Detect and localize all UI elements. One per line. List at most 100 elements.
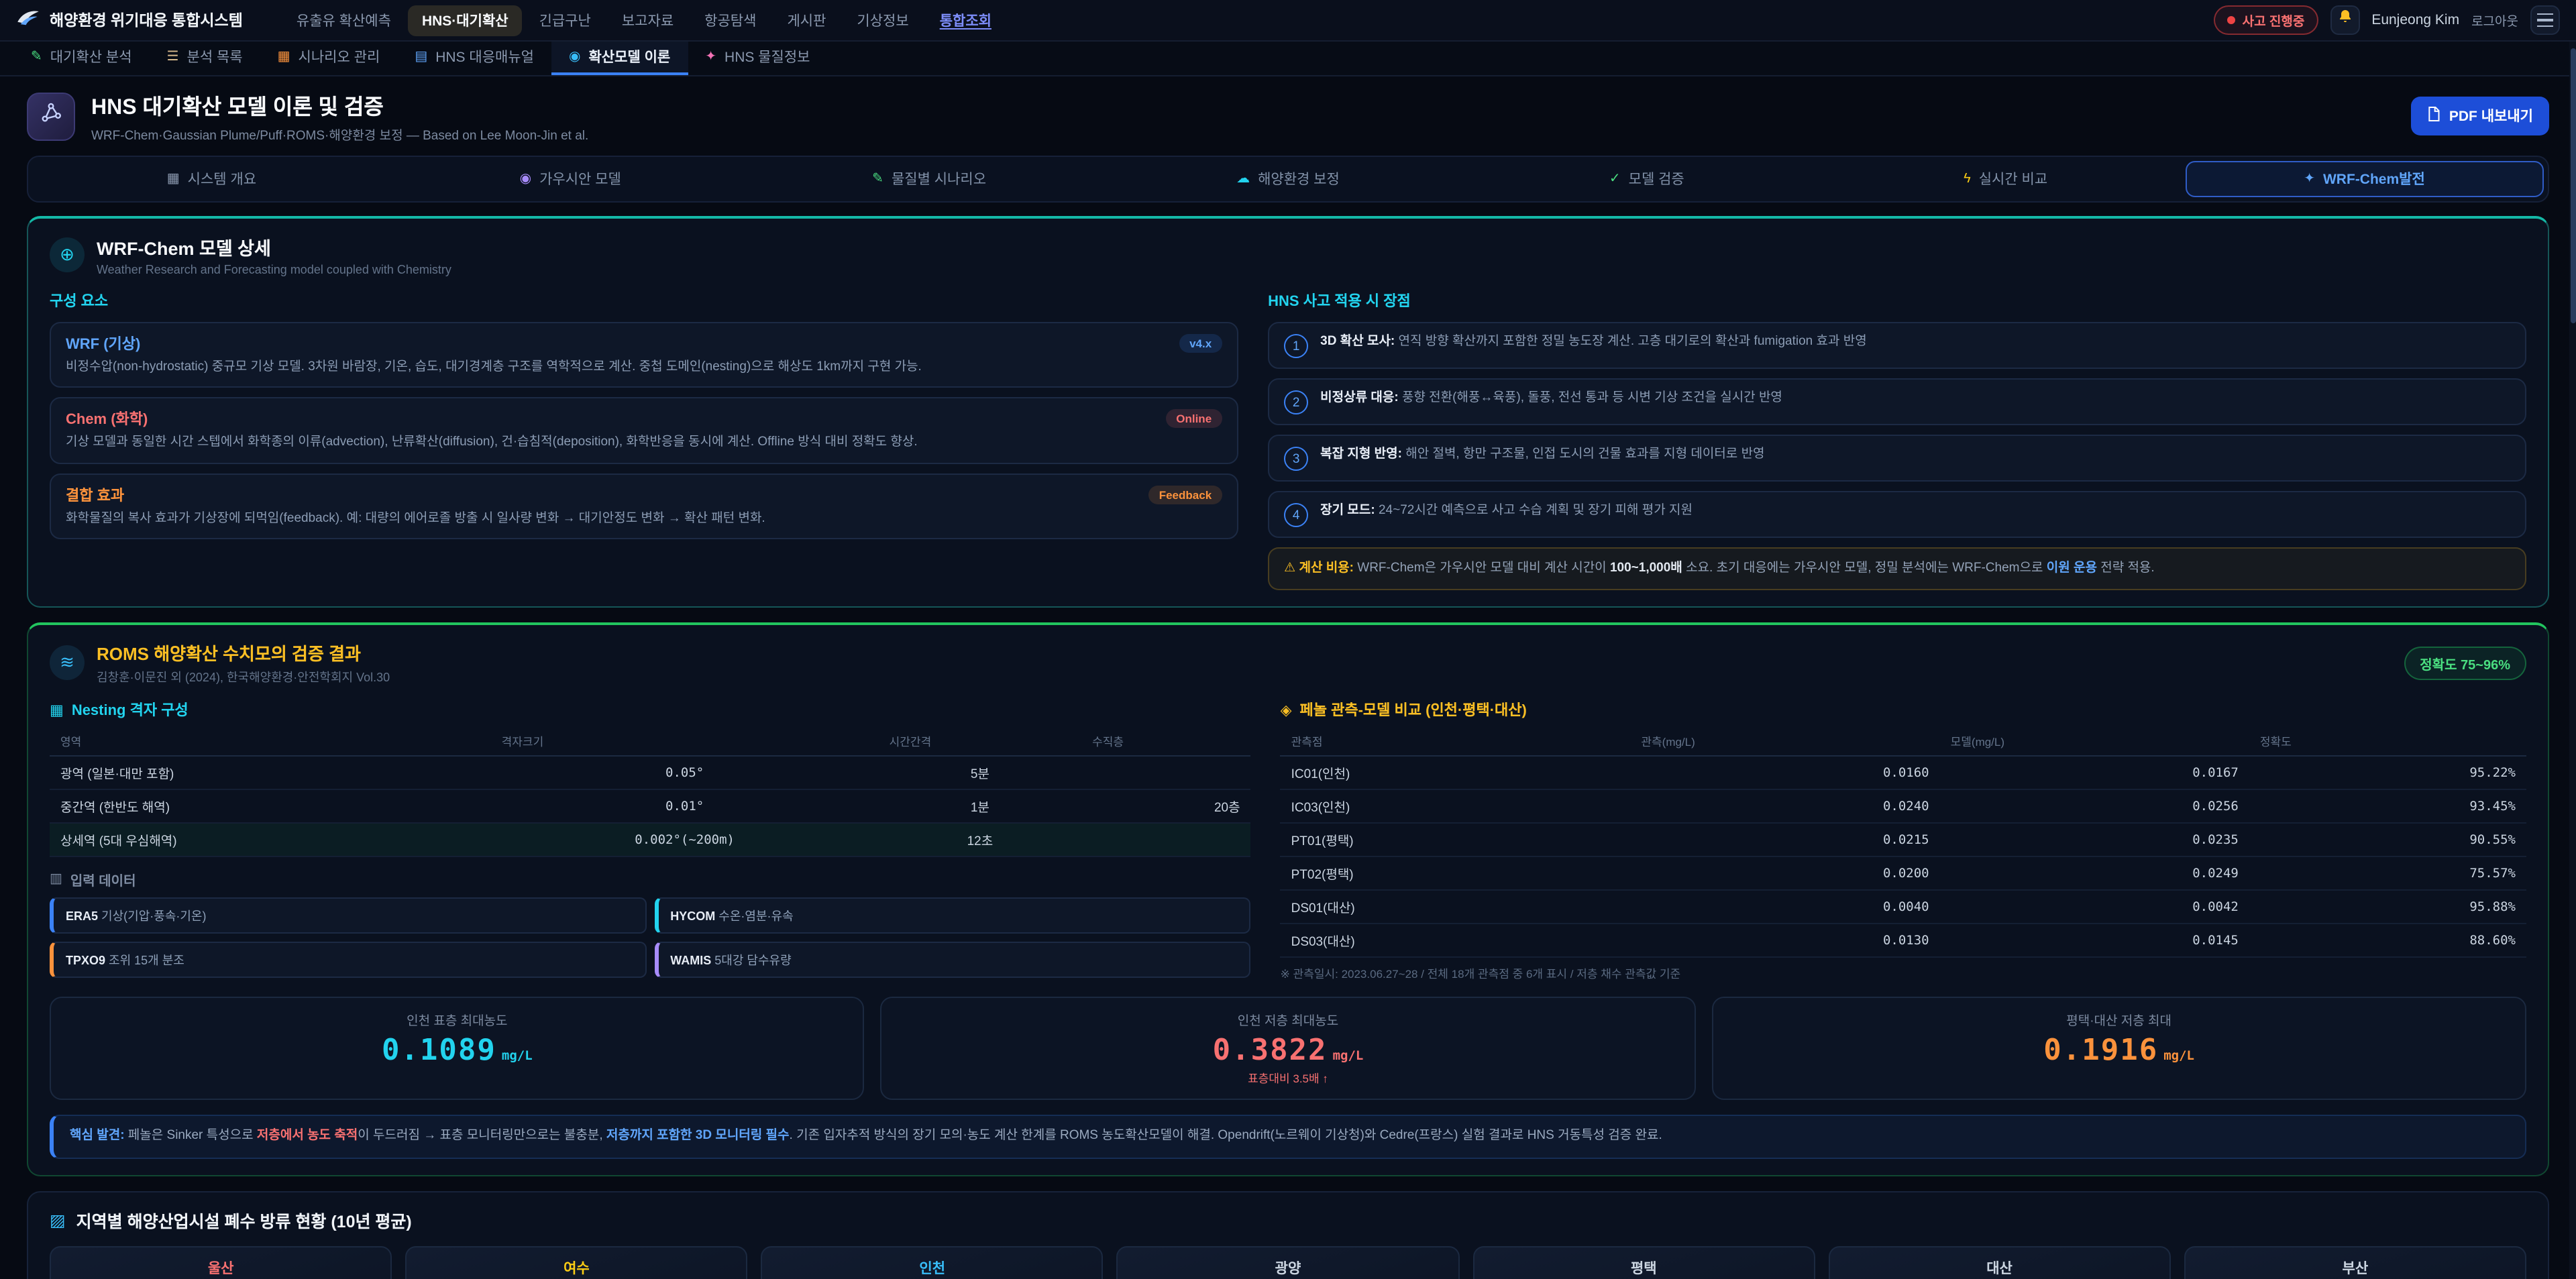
component-badge: Feedback [1148,485,1222,504]
accuracy-badge: 정확도 75~96% [2404,647,2526,680]
section-tab[interactable]: ▦ 시스템 개요 [32,161,391,197]
top-nav-item[interactable]: 보고자료 [608,5,687,36]
discharge-city-card: 광양 86,395 m³/일 98t/년 [1117,1246,1459,1279]
phenol-row: DS01(대산) 0.0040 0.0042 95.88% [1281,891,2526,924]
app-root: 해양환경 위기대응 통합시스템 유출유 확산예측 HNS·대기확산 긴급구난 보… [0,0,2576,1279]
advantage-item: 4 장기 모드: 24~72시간 예측으로 사고 수습 계획 및 장기 피해 평… [1268,491,2526,538]
app-title: 해양환경 위기대응 통합시스템 [50,9,243,31]
top-nav-item[interactable]: 기상정보 [843,5,922,36]
top-navbar: 해양환경 위기대응 통합시스템 유출유 확산예측 HNS·대기확산 긴급구난 보… [0,0,2576,42]
section-tab-bar: ▦ 시스템 개요 ◉ 가우시안 모델 ✎ 물질별 시나리오 ☁ 해양환경 보정 … [27,156,2549,203]
wrf-card-title: WRF-Chem 모델 상세 [97,233,451,260]
hamburger-icon [2537,13,2553,27]
page-subtitle: WRF-Chem·Gaussian Plume/Puff·ROMS·해양환경 보… [91,125,588,144]
phenol-comparison-table: 관측점 관측(mg/L) 모델(mg/L) 정확도 IC01(인천) 0.016… [1281,729,2526,958]
bell-icon [2337,8,2353,32]
component-description: 기상 모델과 동일한 시간 스텝에서 화학종의 이류(advection), 난… [66,434,1222,453]
phenol-table-note: ※ 관측일시: 2023.06.27~28 / 전체 18개 관측점 중 6개 … [1281,966,2526,983]
discharge-city-card: 대산 65,101 m³/일 346t/년 [1828,1246,2170,1279]
factory-icon: ▨ [50,1210,66,1230]
document-icon [2428,106,2441,126]
pdf-export-button[interactable]: PDF 내보내기 [2412,97,2549,135]
section-tab[interactable]: ✎ 물질별 시나리오 [750,161,1109,197]
nesting-table: 영역 격자크기 시간간격 수직층 광역 (일본·대만 포함) 0.05° 5분 [50,729,1251,858]
roms-validation-card: ≋ ROMS 해양확산 수치모의 검증 결과 김창훈·이문진 외 (2024),… [27,623,2549,1176]
component-description: 비정수압(non-hydrostatic) 중규모 기상 모델. 3차원 바람장… [66,358,1222,378]
section-tab[interactable]: ☁ 해양환경 보정 [1109,161,1468,197]
concentration-stat-card: 인천 저층 최대농도 0.3822mg/L 표층대비 3.5배 ↑ [881,997,1696,1101]
menu-button[interactable] [2530,5,2560,35]
user-name: Eunjeong Kim [2371,12,2459,28]
discharge-city-card: 여수 124,890 m³/일 382t/년 [405,1246,747,1279]
top-nav-item[interactable]: 통합조회 [926,5,1005,36]
wrf-advantages-column: HNS 사고 적용 시 장점 1 3D 확산 모사: 연직 방향 확산까지 포함… [1268,290,2526,591]
app-logo[interactable]: 해양환경 위기대응 통합시스템 [16,7,243,33]
component-name: WRF (기상) [66,333,140,354]
subnav-tab[interactable]: ▦ 시나리오 관리 [260,42,398,75]
section-tab[interactable]: ◉ 가우시안 모델 [391,161,750,197]
top-nav-item[interactable]: 항공탐색 [691,5,769,36]
section-tab-icon: ☁ [1236,172,1250,186]
key-finding-note: 핵심 발견: 페놀은 Sinker 특성으로 저층에서 농도 축적이 두드러짐 … [50,1115,2526,1159]
model-component-card: 결합 효과 Feedback 화학물질의 복사 효과가 기상장에 되먹임(fee… [50,473,1238,539]
subnav-tab[interactable]: ✦ HNS 물질정보 [688,42,827,75]
subnav-tab-icon: ▦ [278,50,290,64]
wave-icon: ≋ [50,646,85,681]
section-tab-icon: ✎ [872,172,883,186]
phenol-row: PT02(평택) 0.0200 0.0249 75.57% [1281,857,2526,891]
concentration-stat-card: 인천 표층 최대농도 0.1089mg/L [50,997,865,1101]
component-name: Chem (화학) [66,408,148,430]
discharge-status-card: ▨ 지역별 해양산업시설 폐수 방류 현황 (10년 평균) 울산 414,62… [27,1191,2549,1279]
notifications-button[interactable] [2330,5,2359,35]
nesting-row: 상세역 (5대 우심해역) 0.002°(~200m) 12초 [50,824,1251,857]
subnav-tab[interactable]: ◉ 확산모델 이론 [551,42,688,75]
section-tab-icon: ◉ [520,172,531,186]
incident-dot-icon [2228,16,2236,24]
database-icon: ▥ [50,873,62,887]
component-badge: Online [1165,410,1222,429]
page-scrollbar[interactable] [2569,42,2576,1279]
section-tab[interactable]: ✦ WRF-Chem발전 [2185,161,2544,197]
model-component-card: WRF (기상) v4.x 비정수압(non-hydrostatic) 중규모 … [50,322,1238,388]
phenol-row: IC03(인천) 0.0240 0.0256 93.45% [1281,790,2526,824]
discharge-city-grid: 울산 414,620 m³/일 1,037t/년 여수 124,890 m³/일… [50,1246,2526,1279]
phenol-row: PT01(평택) 0.0215 0.0235 90.55% [1281,824,2526,857]
roms-card-header: ≋ ROMS 해양확산 수치모의 검증 결과 김창훈·이문진 외 (2024),… [50,641,2526,686]
discharge-city-card: 부산 38,292 m³/일 447t/년 [2184,1246,2526,1279]
section-tab-icon: ✓ [1609,172,1621,186]
section-tab[interactable]: ϟ 실시간 비교 [1826,161,2185,197]
input-data-chip: TPXO9 조위 15개 분조 [50,942,646,979]
subnav-tab[interactable]: ✎ 대기확산 분석 [13,42,150,75]
section-tab-icon: ϟ [1964,172,1971,186]
discharge-title: 지역별 해양산업시설 폐수 방류 현황 (10년 평균) [76,1207,412,1233]
top-nav-item[interactable]: 유출유 확산예측 [283,5,405,36]
incident-status-badge[interactable]: 사고 진행중 [2214,5,2318,35]
concentration-stats: 인천 표층 최대농도 0.1089mg/L 인천 저층 최대농도 0.3822m… [50,997,2526,1101]
subnav-tab-icon: ◉ [569,50,580,64]
page-title-block: HNS 대기확산 모델 이론 및 검증 WRF-Chem·Gaussian Pl… [91,89,588,144]
advantage-item: 2 비정상류 대응: 풍향 전환(해풍↔육풍), 돌풍, 전선 통과 등 시변 … [1268,378,2526,425]
input-data-chip: WAMIS 5대강 담수유량 [654,942,1250,979]
top-nav-menu: 유출유 확산예측 HNS·대기확산 긴급구난 보고자료 항공탐색 게시판 기상정… [283,5,1005,36]
subnav-tab-icon: ✎ [31,50,42,64]
section-tab[interactable]: ✓ 모델 검증 [1467,161,1826,197]
top-nav-item[interactable]: HNS·대기확산 [409,5,522,36]
advantage-number: 4 [1284,503,1308,527]
logout-button[interactable]: 로그아웃 [2471,11,2518,30]
subnav-tab[interactable]: ☰ 분석 목록 [150,42,260,75]
topbar-right: 사고 진행중 Eunjeong Kim 로그아웃 [2214,5,2560,35]
advantage-item: 3 복잡 지형 반영: 해안 절벽, 항만 구조물, 인접 도시의 건물 효과를… [1268,435,2526,482]
top-nav-item[interactable]: 긴급구난 [526,5,604,36]
top-nav-item[interactable]: 게시판 [773,5,839,36]
section-tab-icon: ✦ [2304,172,2315,186]
discharge-city-card: 울산 414,620 m³/일 1,037t/년 [50,1246,392,1279]
wrf-card-subtitle: Weather Research and Forecasting model c… [97,263,451,276]
roms-card-subtitle: 김창훈·이문진 외 (2024), 한국해양환경·안전학회지 Vol.30 [97,669,390,686]
globe-icon: ⊕ [50,237,85,272]
advantage-number: 2 [1284,390,1308,414]
scrollbar-thumb[interactable] [2570,48,2575,323]
wrf-components-column: 구성 요소 WRF (기상) v4.x 비정수압(non-hydrostatic… [50,290,1238,591]
component-badge: v4.x [1179,334,1222,353]
nesting-heading: Nesting 격자 구성 [72,700,189,721]
subnav-tab[interactable]: ▤ HNS 대응매뉴얼 [397,42,551,75]
